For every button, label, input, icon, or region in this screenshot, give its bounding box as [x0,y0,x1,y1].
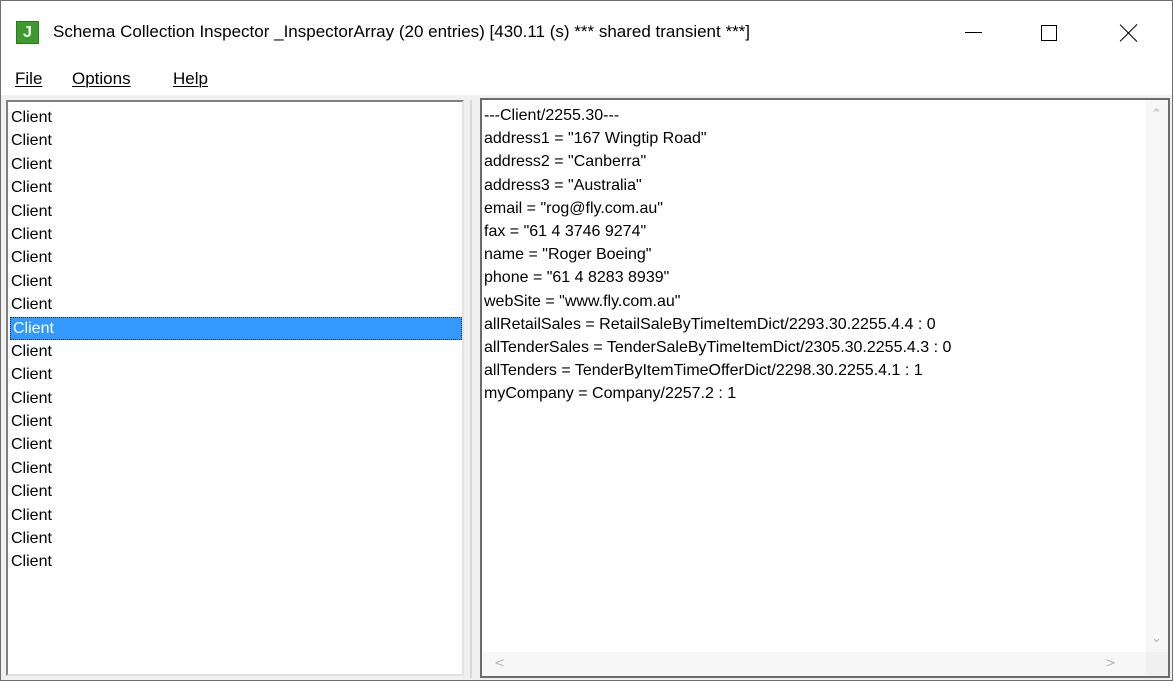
list-item[interactable]: Client [8,550,462,573]
detail-line: address1 = "167 Wingtip Road" [484,130,707,148]
detail-line: email = "rog@fly.com.au" [484,199,663,217]
menu-help[interactable]: Help [173,69,208,89]
detail-line: fax = "61 4 3746 9274" [484,222,647,240]
detail-line: allRetailSales = RetailSaleByTimeItemDic… [484,315,936,333]
minimize-button[interactable] [944,1,1002,64]
entries-list-pane[interactable]: Client Client Client Client Client Client Clie… [6,100,464,676]
maximize-button[interactable] [1020,1,1078,64]
list-item[interactable]: Client [8,270,462,293]
list-item[interactable]: Client [8,433,462,456]
list-item[interactable]: Client [8,387,462,410]
list-item[interactable]: Client [8,246,462,269]
detail-line: address2 = "Canberra" [484,153,647,171]
list-item[interactable]: Client [8,340,462,363]
details-text[interactable]: ---Client/2255.30--- address1 = "167 Wing… [482,104,1142,650]
list-item[interactable]: Client [8,363,462,386]
list-item[interactable]: Client [8,480,462,503]
list-item[interactable]: Client [8,106,462,129]
menu-file[interactable]: File [15,69,42,89]
detail-line: myCompany = Company/2257.2 : 1 [484,385,737,403]
detail-line: phone = "61 4 8283 8939" [484,269,670,287]
window-title: Schema Collection Inspector _InspectorAr… [53,22,751,41]
detail-line: allTenders = TenderByItemTimeOfferDict/2… [484,362,923,380]
close-icon [1119,23,1139,43]
chevron-up-icon[interactable]: ⌃ [1151,108,1162,121]
list-item[interactable]: Client [8,223,462,246]
detail-line: webSite = "www.fly.com.au" [484,292,681,310]
details-text-pane[interactable]: ---Client/2255.30--- address1 = "167 Wing… [480,98,1170,678]
inspector-window: J Schema Collection Inspector _Inspector… [0,0,1173,681]
close-button[interactable] [1100,1,1158,64]
vertical-scrollbar[interactable]: ⌃ ⌄ [1146,100,1168,652]
list-item[interactable]: Client [8,176,462,199]
chevron-right-icon[interactable]: > [1105,657,1116,670]
detail-line: name = "Roger Boeing" [484,246,652,264]
menu-options[interactable]: Options [72,69,131,89]
horizontal-scrollbar[interactable]: < > [482,652,1146,676]
list-item[interactable]: Client [8,200,462,223]
list-item[interactable]: Client [8,527,462,550]
chevron-left-icon[interactable]: < [494,657,505,670]
detail-line: address3 = "Australia" [484,176,642,194]
list-item[interactable]: Client [10,316,462,340]
list-item[interactable]: Client [8,153,462,176]
app-j-icon[interactable]: J [16,21,39,44]
splitter-grip [470,100,472,678]
menu-bar: File Options Help [1,64,1172,95]
entries-list[interactable]: Client Client Client Client Client Client Clie… [8,106,462,574]
list-item[interactable]: Client [8,293,462,316]
list-item[interactable]: Client [8,410,462,433]
list-item[interactable]: Client [8,504,462,527]
list-item[interactable]: Client [8,129,462,152]
scrollbar-corner [1146,652,1168,676]
title-bar[interactable]: J Schema Collection Inspector _Inspector… [1,1,1172,64]
list-item[interactable]: Client [8,457,462,480]
detail-line: allTenderSales = TenderSaleByTimeItemDic… [484,338,952,356]
pane-splitter[interactable] [466,100,478,678]
detail-line: ---Client/2255.30--- [484,107,620,124]
maximize-icon [1041,24,1057,41]
chevron-down-icon[interactable]: ⌄ [1151,632,1162,645]
minimize-icon [964,32,982,33]
